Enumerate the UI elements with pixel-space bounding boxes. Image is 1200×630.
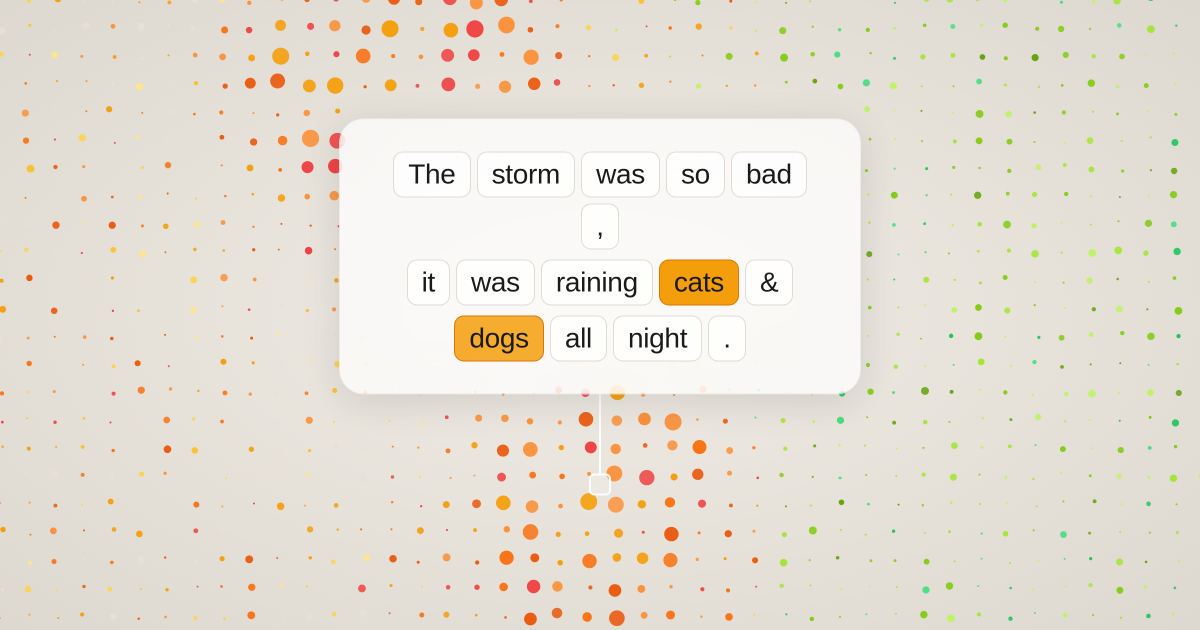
token-all: all	[550, 315, 607, 361]
token--: .	[708, 315, 745, 361]
token-it: it	[407, 259, 450, 305]
tooltip-box: Thestormwassobad,itwasrainingcats&dogsal…	[340, 119, 860, 393]
tooltip-container: Thestormwassobad,itwasrainingcats&dogsal…	[340, 119, 860, 495]
token-raining: raining	[541, 259, 653, 305]
token-was: was	[581, 151, 660, 197]
token-so: so	[666, 151, 725, 197]
token--: &	[745, 259, 793, 305]
token-night: night	[613, 315, 702, 361]
connector-dot	[589, 473, 611, 495]
token--: ,	[581, 203, 618, 249]
token-the: The	[393, 151, 470, 197]
token-was: was	[456, 259, 535, 305]
token-cats: cats	[659, 259, 739, 305]
token-storm: storm	[477, 151, 576, 197]
token-bad: bad	[731, 151, 807, 197]
connector-line	[599, 393, 601, 473]
token-dogs: dogs	[454, 315, 544, 361]
